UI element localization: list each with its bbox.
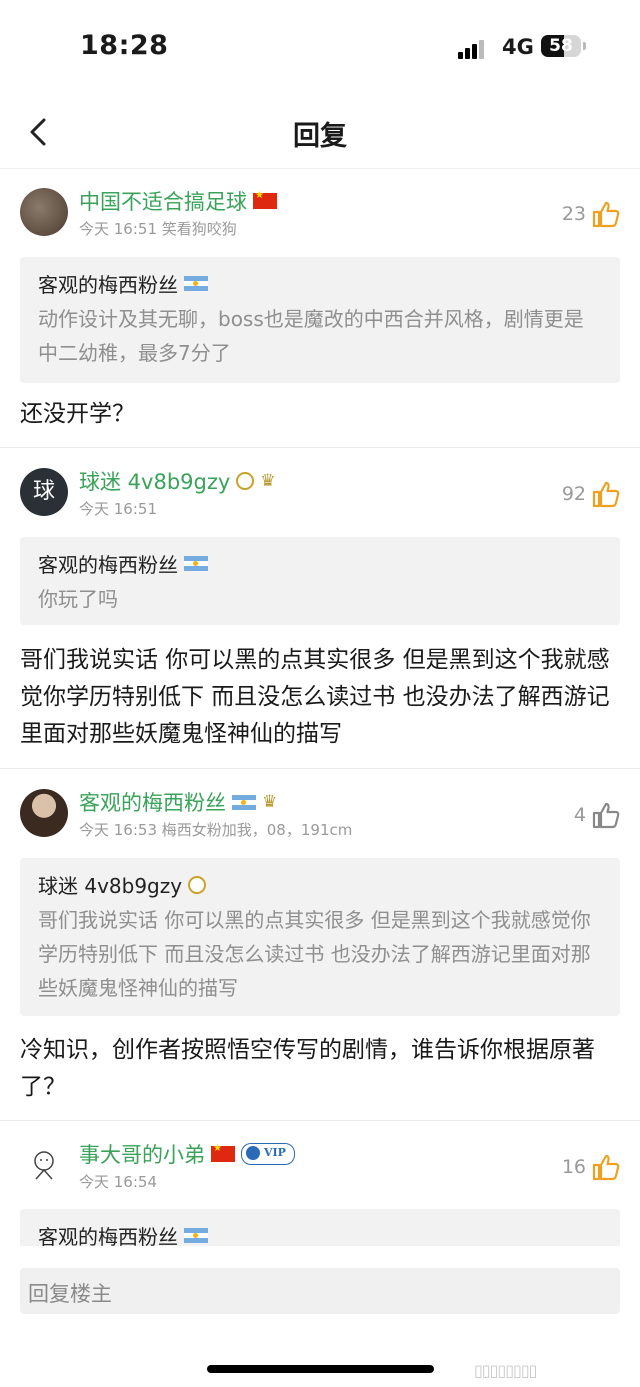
username-text: 客观的梅西粉丝 <box>79 791 226 815</box>
nav-bar: 回复 <box>0 96 640 169</box>
battery-tip <box>583 42 586 50</box>
like-count: 16 <box>561 1156 586 1178</box>
comment-username[interactable]: 事大哥的小弟 VIP <box>79 1139 295 1169</box>
avatar[interactable] <box>20 188 68 236</box>
reply-input[interactable]: 回复楼主 <box>20 1268 620 1314</box>
china-flag-icon <box>211 1143 235 1162</box>
like-button[interactable]: 92 <box>562 480 620 508</box>
quoted-comment[interactable]: 客观的梅西粉丝 你玩了吗 <box>20 537 620 625</box>
argentina-flag-icon <box>184 556 208 571</box>
thumbs-up-icon <box>592 481 620 508</box>
quoted-text: 动作设计及其无聊，boss也是魔改的中西合并风格，剧情更是中二幼稚，最多7分了 <box>38 307 584 365</box>
comment-body: 冷知识，创作者按照悟空传写的剧情，谁告诉你根据原著了？ <box>20 1037 595 1100</box>
quoted-comment[interactable]: 客观的梅西粉丝 动作设计及其无聊，boss也是魔改的中西合并风格，剧情更是中二幼… <box>20 257 620 383</box>
avatar[interactable] <box>20 789 68 837</box>
thumbs-up-icon <box>592 1154 620 1181</box>
cartoon-avatar-icon <box>34 1151 54 1180</box>
real-madrid-crest-icon <box>188 875 207 894</box>
comment-meta: 今天 16:53 梅西女粉加我，08，191cm <box>79 821 353 839</box>
china-flag-icon <box>253 190 277 209</box>
quoted-text: 你玩了吗 <box>38 587 118 611</box>
list-bottom-edge <box>0 1246 640 1262</box>
trophy-icon: ♛ <box>260 471 276 491</box>
cellular-signal-icon <box>458 39 492 59</box>
comment-meta: 今天 16:51 笑看狗咬狗 <box>79 220 237 238</box>
real-madrid-crest-icon <box>236 472 255 490</box>
comment-username[interactable]: 客观的梅西粉丝 ♛ <box>79 787 277 817</box>
vip-badge: VIP <box>241 1143 295 1165</box>
comment-username[interactable]: 中国不适合搞足球 <box>79 186 277 216</box>
like-count: 23 <box>561 203 586 225</box>
battery-level: 58 <box>549 36 573 56</box>
reply-placeholder: 回复楼主 <box>28 1282 112 1306</box>
argentina-flag-icon <box>184 1228 208 1243</box>
comment-item: 中国不适合搞足球 今天 16:51 笑看狗咬狗 23 客观的梅西粉丝 动作设计及… <box>0 168 640 446</box>
avatar-initial: 球 <box>32 479 55 504</box>
thumbs-up-icon <box>592 201 620 228</box>
home-indicator[interactable] <box>207 1365 434 1373</box>
username-text: 中国不适合搞足球 <box>79 190 247 214</box>
quoted-user: 球迷 4v8b9gzy <box>38 870 602 899</box>
quoted-user: 客观的梅西粉丝 <box>38 549 602 578</box>
avatar[interactable]: 球 <box>20 468 68 516</box>
quoted-comment[interactable]: 客观的梅西粉丝 <box>20 1209 620 1249</box>
club-crest-icon <box>246 1146 260 1160</box>
battery-icon: 58 <box>541 35 581 57</box>
network-type: 4G <box>502 35 534 59</box>
username-text: 事大哥的小弟 <box>79 1143 205 1167</box>
comment-meta: 今天 16:51 <box>79 500 157 518</box>
quoted-username: 球迷 4v8b9gzy <box>38 874 183 898</box>
like-button[interactable]: 23 <box>562 200 620 228</box>
argentina-flag-icon <box>232 794 256 810</box>
status-time: 18:28 <box>80 30 169 61</box>
username-text: 球迷 4v8b9gzy <box>79 470 231 494</box>
thumbs-up-icon <box>592 802 620 829</box>
comment-meta: 今天 16:54 <box>79 1173 157 1191</box>
quoted-comment[interactable]: 球迷 4v8b9gzy 哥们我说实话 你可以黑的点其实很多 但是黑到这个我就感觉… <box>20 858 620 1016</box>
quoted-username: 客观的梅西粉丝 <box>38 273 178 297</box>
page-title: 回复 <box>293 121 347 152</box>
trophy-icon: ♛ <box>262 792 278 812</box>
quoted-username: 客观的梅西粉丝 <box>38 1225 178 1249</box>
like-button[interactable]: 4 <box>574 801 620 829</box>
quoted-text: 哥们我说实话 你可以黑的点其实很多 但是黑到这个我就感觉你学历特别低下 而且没怎… <box>38 908 591 1000</box>
avatar[interactable] <box>20 1141 68 1189</box>
watermark: ▯▯▯▯▯▯▯▯ <box>474 1361 537 1380</box>
vip-label: VIP <box>264 1146 286 1159</box>
comment-item: 事大哥的小弟 VIP 今天 16:54 16 客观的梅西粉丝 <box>0 1121 640 1249</box>
status-bar: 18:28 4G 58 <box>0 0 640 96</box>
comment-body: 还没开学？ <box>20 401 135 427</box>
comment-body: 哥们我说实话 你可以黑的点其实很多 但是黑到这个我就感觉你学历特别低下 而且没怎… <box>20 647 610 747</box>
quoted-user: 客观的梅西粉丝 <box>38 269 602 298</box>
like-button[interactable]: 16 <box>562 1153 620 1181</box>
comment-username[interactable]: 球迷 4v8b9gzy ♛ <box>79 466 276 496</box>
quoted-username: 客观的梅西粉丝 <box>38 553 178 577</box>
quoted-user: 客观的梅西粉丝 <box>38 1221 602 1249</box>
like-count: 92 <box>561 483 586 505</box>
argentina-flag-icon <box>184 276 208 291</box>
like-count: 4 <box>573 804 586 826</box>
comment-item: 球 球迷 4v8b9gzy ♛ 今天 16:51 92 客观的梅西粉丝 你玩了吗… <box>0 448 640 768</box>
comment-item: 客观的梅西粉丝 ♛ 今天 16:53 梅西女粉加我，08，191cm 4 球迷 … <box>0 769 640 1120</box>
